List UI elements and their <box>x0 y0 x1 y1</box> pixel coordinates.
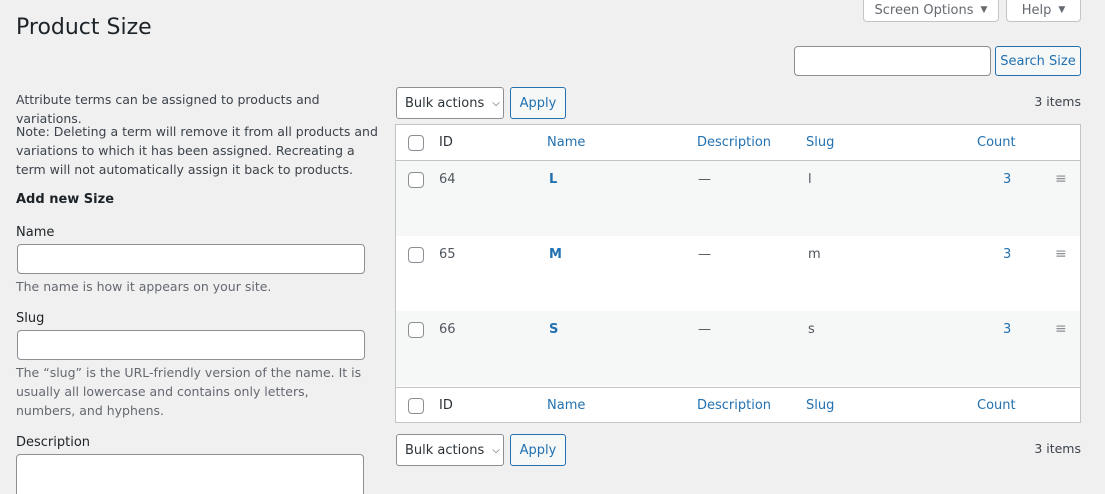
screen-options-label: Screen Options <box>874 2 974 18</box>
column-name-footer[interactable]: Name <box>547 398 585 413</box>
page-title: Product Size <box>16 15 152 40</box>
column-count-footer[interactable]: Count <box>977 398 1016 413</box>
row-checkbox[interactable] <box>408 247 424 263</box>
row-slug: s <box>808 322 815 337</box>
chevron-down-icon: ⌵ <box>492 444 500 456</box>
triangle-down-icon: ▼ <box>1058 5 1066 15</box>
row-count-link[interactable]: 3 <box>1003 247 1011 262</box>
note-text: Note: Deleting a term will remove it fro… <box>16 124 378 177</box>
column-slug[interactable]: Slug <box>806 135 834 150</box>
row-description: — <box>698 247 711 262</box>
row-name-link[interactable]: M <box>549 247 562 262</box>
name-label: Name <box>16 225 55 240</box>
drag-handle-icon[interactable]: ≡ <box>1055 246 1067 262</box>
row-slug: m <box>808 247 821 262</box>
table-row: 66 S — s 3 ≡ <box>396 311 1080 386</box>
bulk-actions-label: Bulk actions <box>405 442 485 458</box>
description-label: Description <box>16 435 91 450</box>
row-slug: l <box>808 172 812 187</box>
table-row: 64 L — l 3 ≡ <box>396 161 1080 236</box>
column-count[interactable]: Count <box>977 135 1016 150</box>
name-input[interactable] <box>17 244 365 274</box>
row-checkbox[interactable] <box>408 322 424 338</box>
select-all-checkbox[interactable] <box>408 135 424 151</box>
row-name-link[interactable]: L <box>549 172 557 187</box>
items-count-top: 3 items <box>1034 94 1081 109</box>
bulk-actions-label: Bulk actions <box>405 95 485 111</box>
slug-label: Slug <box>16 311 45 326</box>
column-slug-footer[interactable]: Slug <box>806 398 834 413</box>
row-id: 65 <box>439 247 456 262</box>
screen-options-button[interactable]: Screen Options ▼ <box>863 0 999 22</box>
triangle-down-icon: ▼ <box>980 5 988 15</box>
search-input[interactable] <box>794 46 991 76</box>
drag-handle-icon[interactable]: ≡ <box>1055 321 1067 337</box>
column-description[interactable]: Description <box>697 135 771 150</box>
row-checkbox[interactable] <box>408 172 424 188</box>
column-description-footer[interactable]: Description <box>697 398 771 413</box>
slug-input[interactable] <box>17 330 365 360</box>
help-label: Help <box>1021 2 1052 18</box>
table-row: 65 M — m 3 ≡ <box>396 236 1080 311</box>
row-id: 66 <box>439 322 456 337</box>
apply-button-bottom[interactable]: Apply <box>510 434 566 466</box>
chevron-down-icon: ⌵ <box>492 97 500 109</box>
column-name[interactable]: Name <box>547 135 585 150</box>
select-all-checkbox-footer[interactable] <box>408 398 424 414</box>
table-header: ID Name Description Slug Count <box>396 125 1080 161</box>
search-size-button[interactable]: Search Size <box>995 46 1081 76</box>
terms-table: ID Name Description Slug Count 64 L — l … <box>395 124 1081 423</box>
apply-button-top[interactable]: Apply <box>510 87 566 119</box>
name-help-text: The name is how it appears on your site. <box>16 279 272 294</box>
row-name-link[interactable]: S <box>549 322 558 337</box>
row-description: — <box>698 172 711 187</box>
description-textarea[interactable] <box>16 454 364 494</box>
table-footer: ID Name Description Slug Count <box>396 387 1080 423</box>
bulk-actions-select-bottom[interactable]: Bulk actions ⌵ <box>396 434 504 466</box>
form-title: Add new Size <box>16 192 115 207</box>
column-id: ID <box>439 135 453 150</box>
bulk-actions-select-top[interactable]: Bulk actions ⌵ <box>396 87 504 119</box>
row-count-link[interactable]: 3 <box>1003 172 1011 187</box>
help-button[interactable]: Help ▼ <box>1006 0 1081 22</box>
column-id-footer: ID <box>439 398 453 413</box>
drag-handle-icon[interactable]: ≡ <box>1055 171 1067 187</box>
row-id: 64 <box>439 172 456 187</box>
row-count-link[interactable]: 3 <box>1003 322 1011 337</box>
row-description: — <box>698 322 711 337</box>
items-count-bottom: 3 items <box>1034 441 1081 456</box>
slug-help-text: The “slug” is the URL-friendly version o… <box>16 365 362 418</box>
